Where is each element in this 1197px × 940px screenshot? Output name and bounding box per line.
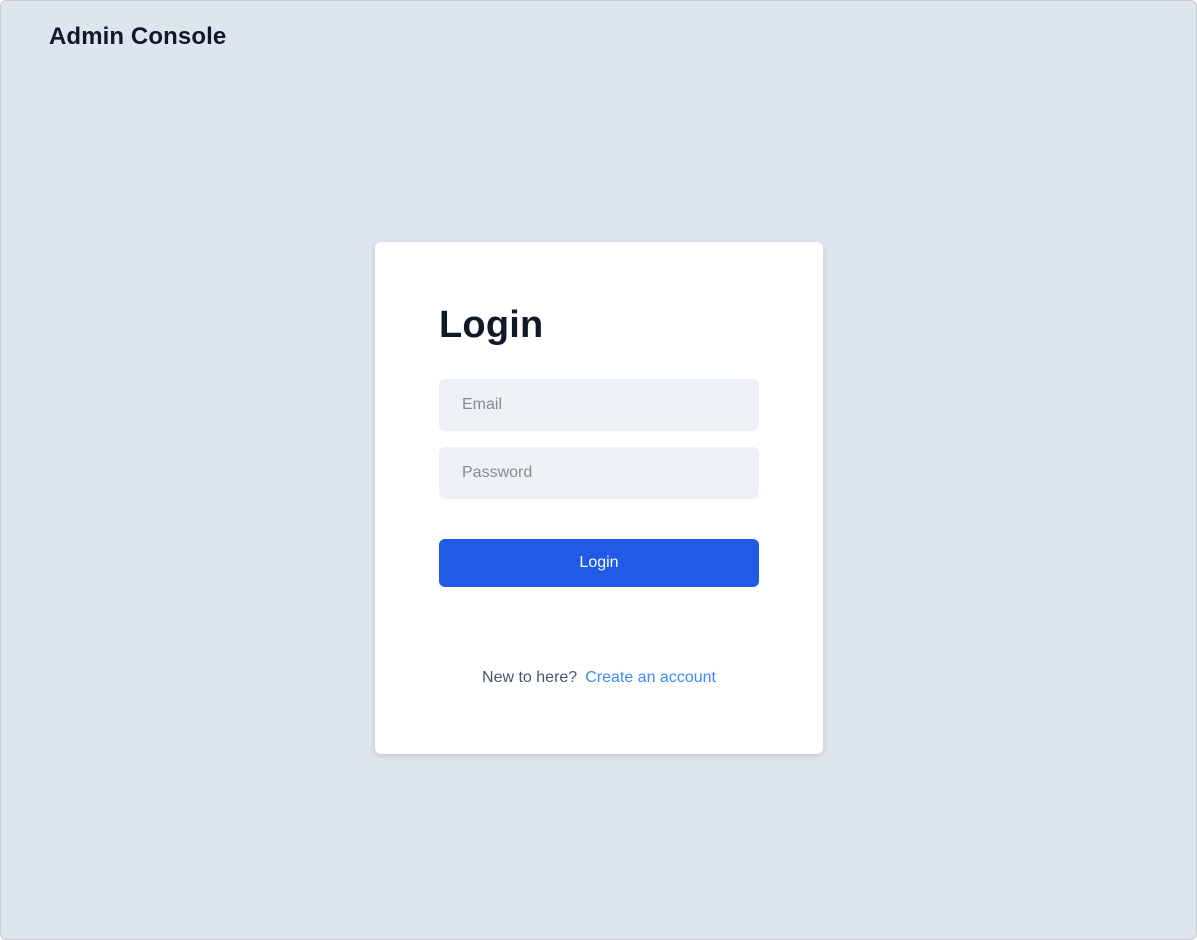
signup-prompt: New to here? — [482, 669, 578, 686]
signup-row: New to here? Create an account — [375, 668, 823, 688]
password-field[interactable] — [439, 447, 759, 499]
create-account-link[interactable]: Create an account — [585, 669, 716, 686]
login-title: Login — [439, 304, 544, 346]
app-title: Admin Console — [49, 23, 227, 50]
login-card: Login Login New to here? Create an accoun… — [375, 242, 823, 754]
email-field[interactable] — [439, 379, 759, 431]
login-button[interactable]: Login — [439, 539, 759, 587]
app-window: Admin Console Login Login New to here? Cr… — [0, 0, 1197, 940]
